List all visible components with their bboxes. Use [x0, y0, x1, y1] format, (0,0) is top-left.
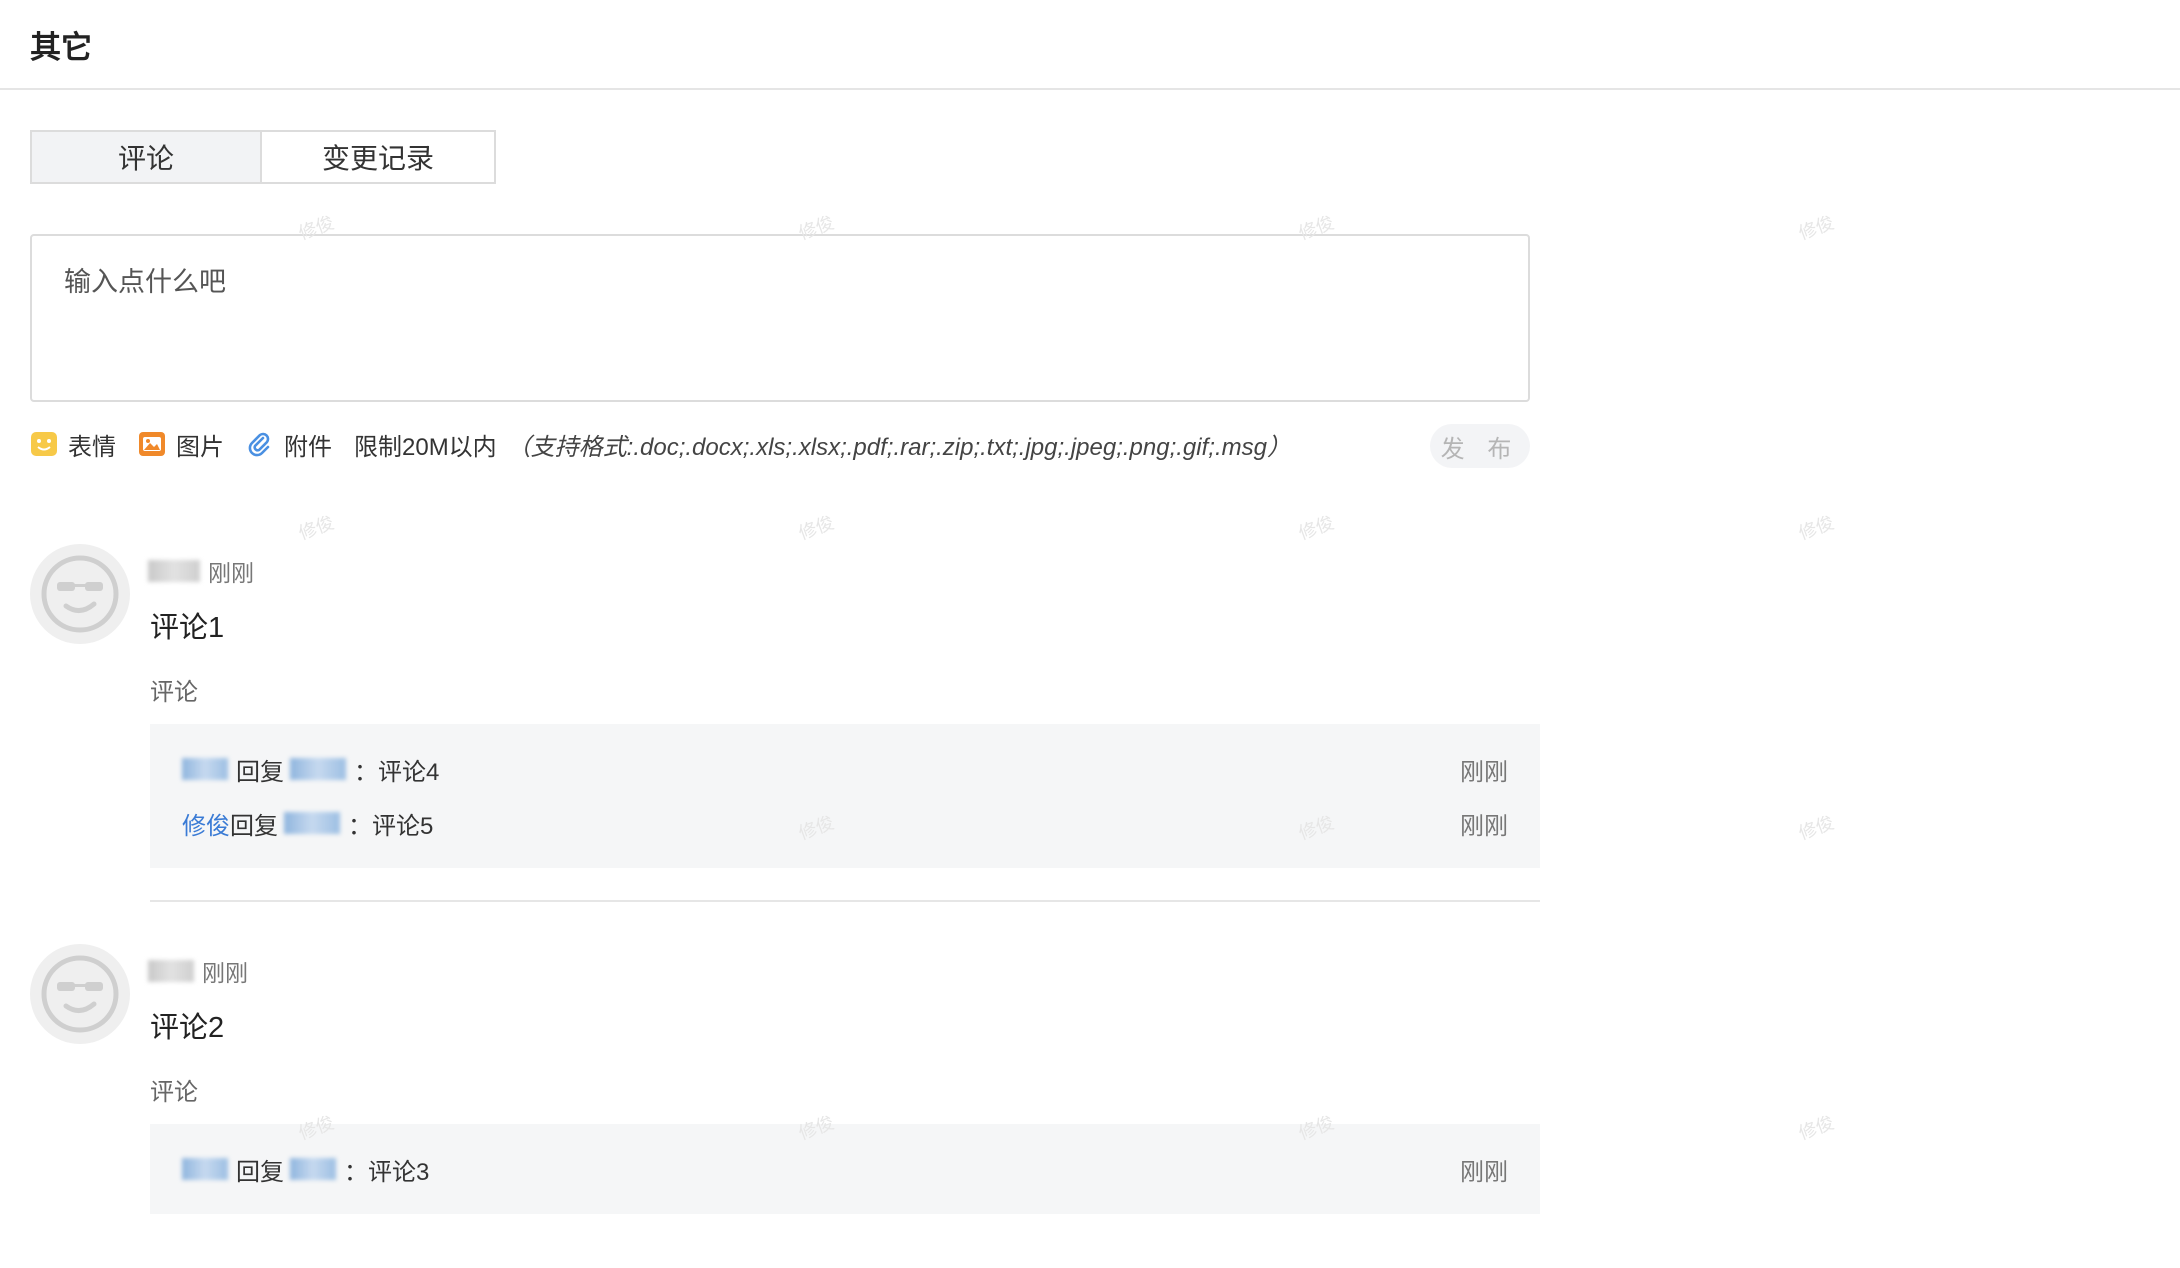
editor-toolbar: 表情 图片 附件 限制20M以内 （支持格式:.doc;.docx;.xls;.…: [30, 424, 1291, 464]
watermark: 修俊: [796, 512, 837, 544]
avatar: [30, 544, 130, 644]
comment-input[interactable]: [32, 236, 1528, 400]
reply-user-redacted[interactable]: [182, 1158, 228, 1180]
reply-text: ：评论4: [354, 758, 440, 786]
reply-list: 回复 ：评论4 刚刚 修俊 回复 ：评论5 刚刚: [150, 724, 1540, 868]
reply-target-redacted[interactable]: [290, 758, 346, 780]
reply-item: 回复 ：评论4 刚刚: [182, 742, 1508, 796]
reply-text: ：评论3: [344, 1158, 430, 1186]
tab-comments[interactable]: 评论: [30, 130, 262, 184]
comment-editor: [30, 234, 1530, 402]
reply-time: 刚刚: [1460, 758, 1508, 786]
sunglasses-face-icon: [41, 555, 119, 633]
emoji-icon: [30, 431, 58, 457]
section-title: 其它: [30, 30, 92, 65]
tab-change-log[interactable]: 变更记录: [262, 130, 496, 184]
reply-verb: 回复: [230, 812, 278, 840]
upload-limit-text: 限制20M以内: [354, 433, 497, 461]
title-divider: [0, 88, 2180, 90]
reply-link[interactable]: 评论: [150, 672, 198, 707]
image-icon: [138, 431, 166, 457]
reply-time: 刚刚: [1460, 812, 1508, 840]
comment-content: 评论1: [150, 612, 225, 644]
emoji-button[interactable]: 表情: [30, 427, 116, 462]
attach-label: 附件: [284, 433, 332, 461]
comment-divider: [150, 900, 1540, 902]
author-name-redacted: [148, 560, 200, 582]
comment-content: 评论2: [150, 1012, 225, 1044]
reply-verb: 回复: [236, 1158, 284, 1186]
sunglasses-face-icon: [41, 955, 119, 1033]
reply-target-redacted[interactable]: [284, 812, 340, 834]
reply-link[interactable]: 评论: [150, 1072, 198, 1107]
comment-time: 刚刚: [202, 960, 248, 986]
reply-user[interactable]: 修俊: [182, 806, 230, 841]
reply-item: 修俊 回复 ：评论5 刚刚: [182, 796, 1508, 850]
attach-button[interactable]: 附件: [246, 427, 332, 462]
reply-time: 刚刚: [1460, 1158, 1508, 1186]
watermark: 修俊: [1296, 512, 1337, 544]
comment-time: 刚刚: [208, 560, 254, 586]
comment-meta: 刚刚: [148, 554, 254, 588]
watermark: 修俊: [1796, 1112, 1837, 1144]
reply-target-redacted[interactable]: [290, 1158, 336, 1180]
tab-bar: 评论 变更记录: [30, 130, 496, 184]
reply-verb: 回复: [236, 758, 284, 786]
reply-list: 回复 ：评论3 刚刚: [150, 1124, 1540, 1214]
reply-item: 回复 ：评论3 刚刚: [182, 1142, 1508, 1196]
paperclip-icon: [246, 430, 274, 458]
image-label: 图片: [176, 433, 224, 461]
image-button[interactable]: 图片: [138, 427, 224, 462]
reply-user-redacted[interactable]: [182, 758, 228, 780]
watermark: 修俊: [296, 512, 337, 544]
watermark: 修俊: [1796, 212, 1837, 244]
comment-meta: 刚刚: [148, 954, 248, 988]
avatar: [30, 944, 130, 1044]
supported-formats-text: （支持格式:.doc;.docx;.xls;.xlsx;.pdf;.rar;.z…: [506, 433, 1291, 461]
reply-text: ：评论5: [348, 812, 434, 840]
author-name-redacted: [148, 960, 194, 982]
watermark: 修俊: [1796, 512, 1837, 544]
emoji-label: 表情: [68, 433, 116, 461]
watermark: 修俊: [1796, 812, 1837, 844]
publish-button[interactable]: 发 布: [1430, 424, 1530, 468]
